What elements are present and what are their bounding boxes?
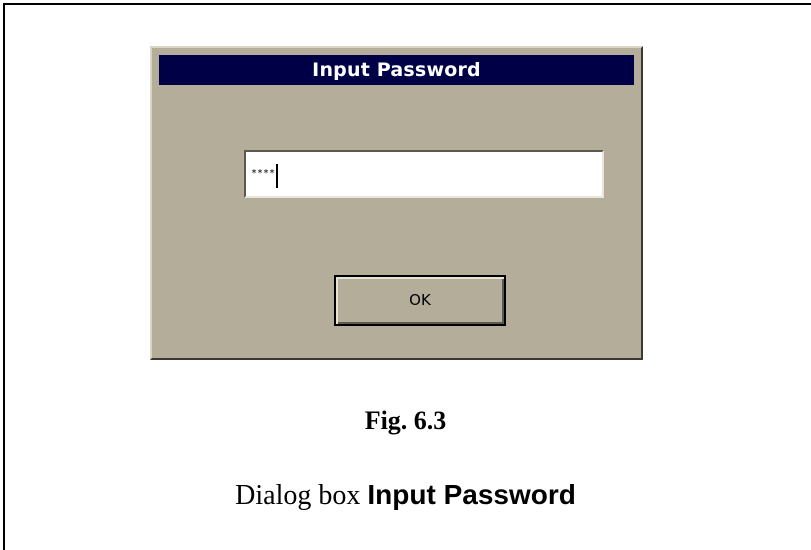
password-input[interactable]: ****: [244, 150, 604, 198]
text-caret: [276, 164, 279, 188]
password-masked-value: ****: [251, 168, 276, 179]
input-password-dialog: Input Password **** OK: [150, 46, 643, 360]
ok-button[interactable]: OK: [334, 275, 506, 326]
figure-caption: Dialog box Input Password: [0, 479, 811, 512]
caption-dialog-name: Input Password: [367, 479, 576, 510]
figure-number: Fig. 6.3: [364, 406, 447, 435]
dialog-title-bar: Input Password: [159, 55, 634, 85]
caption-prefix: Dialog box: [235, 480, 368, 511]
